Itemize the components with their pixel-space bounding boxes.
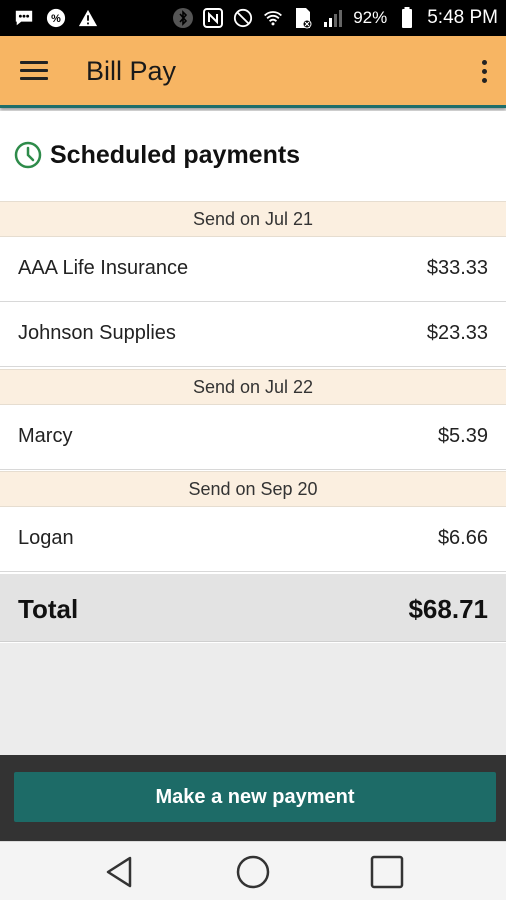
payee-name: Logan [18, 527, 74, 549]
payee-name: Johnson Supplies [18, 322, 176, 344]
sim-icon [293, 8, 313, 29]
payment-amount: $23.33 [426, 322, 488, 344]
home-icon[interactable] [235, 854, 271, 890]
payment-amount: $33.33 [426, 257, 488, 279]
total-label: Total [18, 594, 79, 624]
payment-row[interactable]: Logan $6.66 [0, 507, 506, 572]
payee-name: Marcy [18, 425, 73, 447]
page-title: Bill Pay [86, 56, 177, 86]
back-icon[interactable] [102, 854, 138, 890]
app-bar: Bill Pay [0, 36, 506, 108]
bluetooth-icon [173, 8, 194, 28]
section-header: Scheduled payments [0, 111, 506, 201]
payment-amount: $6.66 [437, 527, 488, 549]
wifi-icon [263, 8, 283, 28]
bottom-action-bar: Make a new payment [0, 755, 506, 841]
date-header: Send on Jul 21 [0, 201, 506, 237]
clock-icon [14, 141, 42, 169]
warning-icon [78, 8, 98, 28]
total-row: Total $68.71 [0, 574, 506, 642]
payment-row[interactable]: AAA Life Insurance $33.33 [0, 237, 506, 302]
clock-time: 5:48 PM [427, 7, 498, 28]
payee-name: AAA Life Insurance [18, 257, 189, 279]
total-value: $68.71 [408, 594, 488, 624]
date-header: Send on Jul 22 [0, 369, 506, 405]
system-nav-bar [0, 841, 506, 900]
date-header: Send on Sep 20 [0, 471, 506, 507]
svg-text:%: % [51, 13, 61, 25]
battery-icon [397, 7, 417, 28]
payment-amount: $5.39 [437, 425, 488, 447]
payment-row[interactable]: Marcy $5.39 [0, 405, 506, 470]
recents-icon[interactable] [369, 854, 405, 890]
scheduled-payments-panel: Scheduled payments Send on Jul 21 AAA Li… [0, 111, 506, 643]
battery-percent: 92% [353, 8, 388, 27]
overflow-menu-icon[interactable] [476, 60, 492, 88]
status-bar: % 92% 5:48 PM [0, 0, 506, 36]
make-new-payment-button[interactable]: Make a new payment [14, 772, 496, 822]
percent-icon: % [46, 8, 66, 28]
do-not-disturb-icon [233, 8, 253, 28]
payment-row[interactable]: Johnson Supplies $23.33 [0, 302, 506, 367]
nfc-icon [203, 8, 224, 28]
signal-icon [323, 8, 343, 28]
chat-icon [14, 8, 34, 28]
hamburger-menu-icon[interactable] [20, 56, 60, 92]
section-title: Scheduled payments [50, 141, 301, 169]
